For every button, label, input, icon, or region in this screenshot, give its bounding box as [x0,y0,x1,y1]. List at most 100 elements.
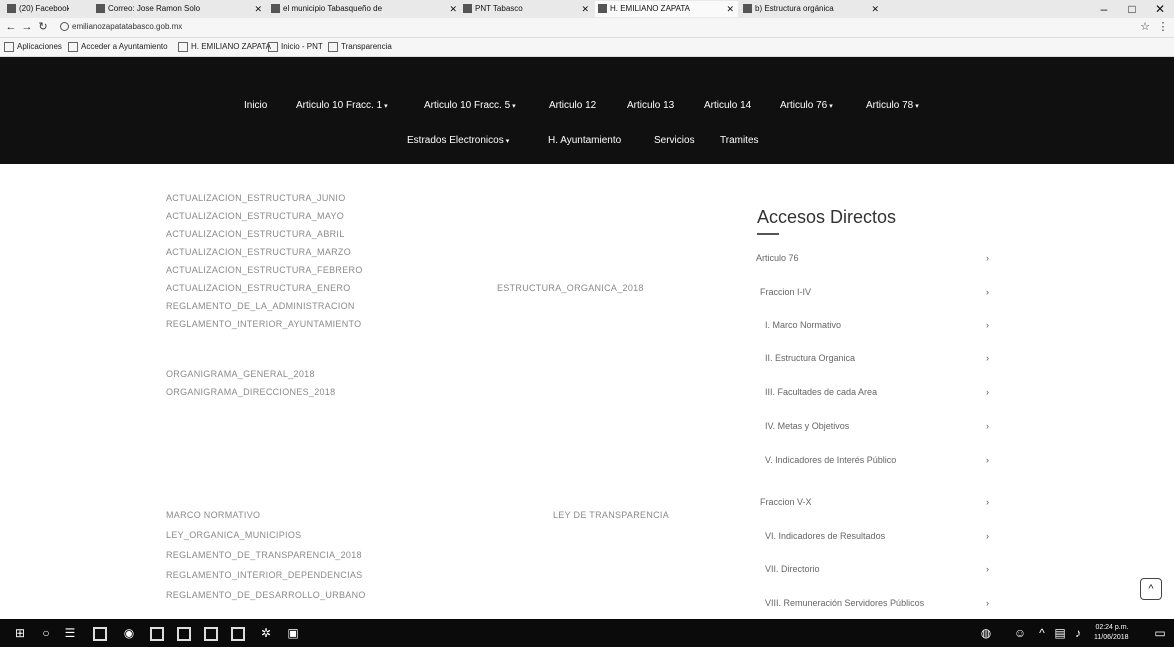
page-icon [598,4,607,14]
document-link[interactable]: ACTUALIZACION_ESTRUCTURA_JUNIO [166,193,346,203]
chevron-right-icon[interactable]: › [986,497,989,507]
network-icon[interactable]: ▤ [1052,625,1068,641]
browser-tab[interactable]: PNT Tabasco ✕ [460,1,593,17]
sidebar-item[interactable]: IV. Metas y Objetivos [765,421,849,431]
sidebar-item[interactable]: I. Marco Normativo [765,320,841,330]
chevron-right-icon[interactable]: › [986,253,989,263]
nav-item-inicio[interactable]: Inicio [244,100,269,111]
close-icon[interactable]: ✕ [871,1,879,17]
document-link[interactable]: ESTRUCTURA_ORGANICA_2018 [497,283,644,293]
document-link[interactable]: LEY_ORGANICA_MUNICIPIOS [166,530,301,540]
browser-tab[interactable]: Correo: Jose Ramon Solo ✕ [93,1,266,17]
people-icon[interactable]: ☺ [1012,625,1028,641]
url-field[interactable]: emilianozapatatabasco.gob.mx [60,20,1120,34]
nav-item-articulo-12[interactable]: Articulo 12 [549,100,596,111]
menu-icon[interactable]: ⋮ [1156,18,1170,37]
close-icon[interactable]: ✕ [581,1,589,17]
browser-tab[interactable]: el municipio Tabasqueño de ✕ [268,1,461,17]
reload-icon[interactable]: ↻ [36,18,50,37]
chrome-icon[interactable]: ◉ [121,625,137,641]
nav-item-articulo-13[interactable]: Articulo 13 [627,100,674,111]
sidebar-item[interactable]: VII. Directorio [765,564,820,574]
browser-tab-active[interactable]: H. EMILIANO ZAPATA ✕ [595,1,738,17]
bookmark-item[interactable]: H. EMILIANO ZAPATA [178,40,271,54]
document-link[interactable]: REGLAMENTO_DE_TRANSPARENCIA_2018 [166,550,362,560]
sidebar-item[interactable]: Articulo 76 [756,253,799,263]
document-link[interactable]: ACTUALIZACION_ESTRUCTURA_MAYO [166,211,344,221]
document-link[interactable]: REGLAMENTO_INTERIOR_AYUNTAMIENTO [166,319,361,329]
tray-app-icon[interactable]: ◍ [978,625,994,641]
chevron-right-icon[interactable]: › [986,421,989,431]
sidebar-item[interactable]: V. Indicadores de Interés Público [765,455,896,465]
bookmarks-bar: Aplicaciones Acceder a Ayuntamiento H. E… [0,38,1174,57]
document-link[interactable]: REGLAMENTO_DE_DESARROLLO_URBANO [166,590,366,600]
app-icon[interactable] [204,627,218,641]
chevron-right-icon[interactable]: › [986,564,989,574]
minimize-button[interactable]: – [1090,0,1118,18]
nav-item-articulo-14[interactable]: Articulo 14 [704,100,751,111]
nav-item-h-ayuntamiento[interactable]: H. Ayuntamiento [548,135,621,146]
browser-tab-strip: (20) Facebook Correo: Jose Ramon Solo ✕ e… [0,0,1174,19]
store-icon[interactable] [150,627,164,641]
close-icon[interactable]: ✕ [449,1,457,17]
bookmark-apps[interactable]: Aplicaciones [4,40,62,54]
chevron-right-icon[interactable]: › [986,531,989,541]
document-link[interactable]: ACTUALIZACION_ESTRUCTURA_FEBRERO [166,265,363,275]
file-explorer-icon[interactable] [93,627,107,641]
bookmark-item[interactable]: Transparencia [328,40,392,54]
volume-icon[interactable]: ♪ [1070,625,1086,641]
word-icon[interactable] [177,627,191,641]
nav-item-articulo-76[interactable]: Articulo 76 ▾ [780,100,833,111]
notifications-icon[interactable]: ▭ [1152,625,1168,641]
bookmark-item[interactable]: Acceder a Ayuntamiento [68,40,168,54]
star-icon[interactable]: ☆ [1138,18,1152,37]
windows-start-icon[interactable]: ⊞ [12,625,28,641]
close-icon[interactable]: ✕ [254,1,262,17]
browser-tab[interactable]: b) Estructura orgánica ✕ [740,1,883,17]
bookmark-item[interactable]: Inicio - PNT [268,40,323,54]
sidebar-item[interactable]: Fraccion I-IV [760,287,811,297]
document-link[interactable]: ACTUALIZACION_ESTRUCTURA_ENERO [166,283,351,293]
chevron-right-icon[interactable]: › [986,320,989,330]
sidebar-item[interactable]: Fraccion V-X [760,497,812,507]
close-icon[interactable]: ✕ [726,1,734,17]
sidebar-item[interactable]: VI. Indicadores de Resultados [765,531,885,541]
chevron-right-icon[interactable]: › [986,353,989,363]
document-link[interactable]: LEY DE TRANSPARENCIA [553,510,669,520]
browser-tab[interactable]: (20) Facebook [4,1,69,17]
settings-icon[interactable]: ✲ [258,625,274,641]
nav-item-articulo-78[interactable]: Articulo 78 ▾ [866,100,919,111]
chevron-right-icon[interactable]: › [986,598,989,608]
nav-item-estrados-electronicos[interactable]: Estrados Electronicos ▾ [407,135,509,146]
sidebar-item[interactable]: III. Facultades de cada Area [765,387,877,397]
close-window-button[interactable]: ✕ [1146,0,1174,18]
sidebar-item-label: VIII. Remuneración Servidores Públicos [765,598,925,608]
photos-icon[interactable]: ▣ [285,625,301,641]
maximize-button[interactable]: □ [1118,0,1146,18]
document-link[interactable]: ACTUALIZACION_ESTRUCTURA_ABRIL [166,229,345,239]
search-icon[interactable]: ○ [38,625,54,641]
sidebar-item[interactable]: VIII. Remuneración Servidores Públicos [765,598,924,608]
chevron-right-icon[interactable]: › [986,387,989,397]
excel-icon[interactable] [231,627,245,641]
chevron-right-icon[interactable]: › [986,287,989,297]
document-link[interactable]: ORGANIGRAMA_GENERAL_2018 [166,369,315,379]
back-arrow-icon[interactable]: ← [4,18,18,37]
scroll-to-top-button[interactable]: ^ [1140,578,1162,600]
chevron-right-icon[interactable]: › [986,455,989,465]
document-link[interactable]: REGLAMENTO_DE_LA_ADMINISTRACION [166,301,355,311]
sidebar-item[interactable]: II. Estructura Organica [765,353,855,363]
forward-arrow-icon[interactable]: → [20,18,34,37]
document-link[interactable]: ACTUALIZACION_ESTRUCTURA_MARZO [166,247,351,257]
tray-chevron-up-icon[interactable]: ^ [1034,625,1050,641]
task-view-icon[interactable]: ☰ [62,625,78,641]
nav-item-tramites[interactable]: Tramites [720,135,759,146]
document-link[interactable]: ORGANIGRAMA_DIRECCIONES_2018 [166,387,335,397]
nav-item-articulo-10-fracc-1[interactable]: Articulo 10 Fracc. 1 ▾ [296,100,388,111]
taskbar-clock[interactable]: 02:24 p.m. 11/06/2018 [1094,623,1129,643]
clock-date: 11/06/2018 [1094,634,1129,641]
document-link[interactable]: REGLAMENTO_INTERIOR_DEPENDENCIAS [166,570,362,580]
nav-label: Articulo 10 Fracc. 1 [296,100,383,111]
nav-item-articulo-10-fracc-5[interactable]: Articulo 10 Fracc. 5 ▾ [424,100,516,111]
nav-item-servicios[interactable]: Servicios [654,135,695,146]
